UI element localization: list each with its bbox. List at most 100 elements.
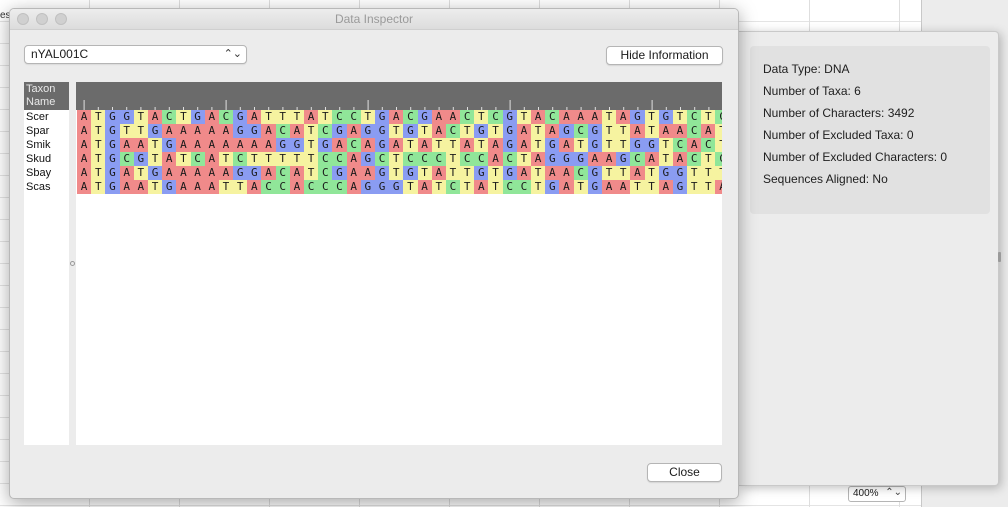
nucleotide-cell[interactable]: A <box>445 110 461 124</box>
nucleotide-cell[interactable]: T <box>147 152 163 166</box>
nucleotide-cell[interactable]: G <box>403 124 418 138</box>
nucleotide-cell[interactable]: G <box>672 166 688 180</box>
nucleotide-cell[interactable]: G <box>374 180 390 194</box>
nucleotide-cell[interactable]: G <box>672 180 688 194</box>
nucleotide-cell[interactable]: C <box>318 124 333 138</box>
taxon-name[interactable]: Spar <box>24 124 69 138</box>
nucleotide-cell[interactable]: C <box>687 124 702 138</box>
nucleotide-cell[interactable]: T <box>531 180 546 194</box>
taxon-name[interactable]: Scer <box>24 110 69 124</box>
nucleotide-cell[interactable]: T <box>261 152 276 166</box>
nucleotide-cell[interactable]: G <box>630 138 645 152</box>
nucleotide-cell[interactable]: T <box>417 166 432 180</box>
nucleotide-cell[interactable]: T <box>460 166 475 180</box>
nucleotide-cell[interactable]: T <box>304 124 319 138</box>
nucleotide-cell[interactable]: T <box>488 124 503 138</box>
nucleotide-cell[interactable]: T <box>403 138 418 152</box>
nucleotide-cell[interactable]: A <box>431 110 446 124</box>
nucleotide-cell[interactable]: T <box>644 124 659 138</box>
nucleotide-cell[interactable]: T <box>701 166 716 180</box>
nucleotide-cell[interactable]: G <box>644 138 659 152</box>
nucleotide-cell[interactable]: T <box>233 180 248 194</box>
nucleotide-cell[interactable]: T <box>687 166 702 180</box>
nucleotide-cell[interactable]: G <box>233 166 248 180</box>
nucleotide-cell[interactable]: T <box>687 180 702 194</box>
nucleotide-cell[interactable]: A <box>601 180 617 194</box>
nucleotide-cell[interactable]: A <box>77 180 92 194</box>
nucleotide-cell[interactable]: C <box>715 152 722 166</box>
nucleotide-cell[interactable]: A <box>516 166 531 180</box>
nucleotide-cell[interactable]: C <box>275 124 290 138</box>
nucleotide-cell[interactable]: G <box>162 180 177 194</box>
nucleotide-cell[interactable]: A <box>417 138 432 152</box>
nucleotide-cell[interactable]: A <box>204 138 219 152</box>
nucleotide-cell[interactable]: A <box>77 138 92 152</box>
nucleotide-cell[interactable]: A <box>630 124 645 138</box>
nucleotide-cell[interactable]: T <box>91 110 106 124</box>
nucleotide-cell[interactable]: T <box>445 152 461 166</box>
nucleotide-cell[interactable]: A <box>715 180 722 194</box>
nucleotide-cell[interactable]: A <box>559 110 574 124</box>
nucleotide-cell[interactable]: G <box>502 166 517 180</box>
nucleotide-cell[interactable]: C <box>431 152 446 166</box>
nucleotide-cell[interactable]: G <box>289 138 304 152</box>
nucleotide-cell[interactable]: T <box>460 124 475 138</box>
nucleotide-cell[interactable]: T <box>658 152 673 166</box>
nucleotide-cell[interactable]: G <box>502 110 517 124</box>
nucleotide-cell[interactable]: G <box>587 180 602 194</box>
nucleotide-cell[interactable]: A <box>531 110 546 124</box>
window-titlebar[interactable]: Data Inspector <box>10 9 738 30</box>
nucleotide-cell[interactable]: A <box>218 138 234 152</box>
nucleotide-cell[interactable]: T <box>403 180 418 194</box>
nucleotide-cell[interactable]: A <box>346 152 361 166</box>
nucleotide-cell[interactable]: G <box>105 138 120 152</box>
sequence-alignment-view[interactable]: ATGGTACTGACGATTTATCCTGACGAACTCGTACAAATAG… <box>76 82 722 445</box>
nucleotide-cell[interactable]: T <box>289 152 304 166</box>
nucleotide-cell[interactable]: T <box>701 152 716 166</box>
nucleotide-cell[interactable]: G <box>587 166 602 180</box>
nucleotide-cell[interactable]: A <box>658 180 673 194</box>
nucleotide-cell[interactable]: G <box>105 124 120 138</box>
nucleotide-cell[interactable]: T <box>445 138 461 152</box>
nucleotide-cell[interactable]: A <box>119 138 134 152</box>
nucleotide-cell[interactable]: G <box>119 110 134 124</box>
nucleotide-cell[interactable]: A <box>261 124 276 138</box>
nucleotide-cell[interactable]: T <box>147 180 163 194</box>
nucleotide-cell[interactable]: G <box>105 110 120 124</box>
nucleotide-cell[interactable]: C <box>573 124 588 138</box>
nucleotide-cell[interactable]: G <box>190 110 205 124</box>
nucleotide-cell[interactable]: T <box>176 152 191 166</box>
nucleotide-cell[interactable]: G <box>247 166 262 180</box>
nucleotide-cell[interactable]: A <box>644 152 659 166</box>
nucleotide-cell[interactable]: T <box>91 152 106 166</box>
nucleotide-cell[interactable]: T <box>573 138 588 152</box>
nucleotide-cell[interactable]: A <box>474 180 489 194</box>
nucleotide-cell[interactable]: C <box>573 166 588 180</box>
nucleotide-cell[interactable]: A <box>389 138 404 152</box>
nucleotide-cell[interactable]: G <box>318 138 333 152</box>
nucleotide-cell[interactable]: G <box>573 152 588 166</box>
nucleotide-cell[interactable]: C <box>346 138 361 152</box>
nucleotide-cell[interactable]: T <box>616 124 631 138</box>
nucleotide-cell[interactable]: A <box>431 124 446 138</box>
nucleotide-cell[interactable]: C <box>318 152 333 166</box>
nucleotide-cell[interactable]: C <box>516 180 531 194</box>
nucleotide-cell[interactable]: G <box>360 152 375 166</box>
nucleotide-cell[interactable]: C <box>545 110 560 124</box>
nucleotide-cell[interactable]: G <box>133 152 148 166</box>
nucleotide-cell[interactable]: C <box>502 152 517 166</box>
nucleotide-cell[interactable]: A <box>190 138 205 152</box>
nucleotide-cell[interactable]: A <box>488 138 503 152</box>
nucleotide-cell[interactable]: C <box>304 180 319 194</box>
nucleotide-cell[interactable]: A <box>360 166 375 180</box>
nucleotide-cell[interactable]: A <box>573 110 588 124</box>
nucleotide-cell[interactable]: A <box>332 138 347 152</box>
nucleotide-cell[interactable]: A <box>559 138 574 152</box>
nucleotide-cell[interactable]: G <box>545 152 560 166</box>
nucleotide-cell[interactable]: C <box>275 166 290 180</box>
nucleotide-cell[interactable]: A <box>701 124 716 138</box>
nucleotide-cell[interactable]: A <box>176 138 191 152</box>
nucleotide-cell[interactable]: C <box>162 110 177 124</box>
nucleotide-cell[interactable]: T <box>304 152 319 166</box>
nucleotide-cell[interactable]: A <box>559 166 574 180</box>
